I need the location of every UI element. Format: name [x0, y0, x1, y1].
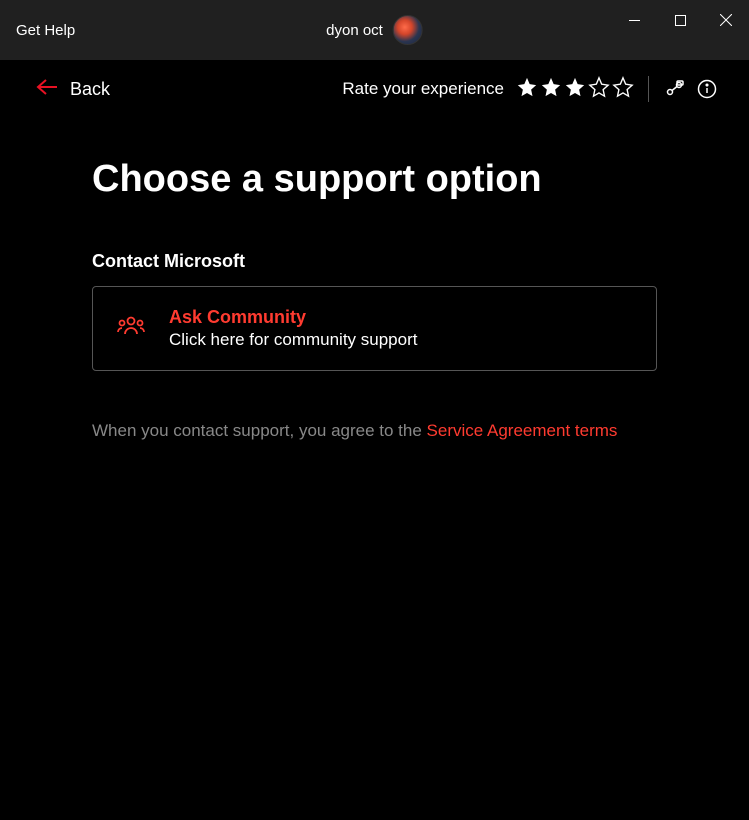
info-icon[interactable]: [695, 77, 719, 101]
minimize-button[interactable]: [611, 0, 657, 40]
close-button[interactable]: [703, 0, 749, 40]
user-section[interactable]: dyon oct: [326, 15, 423, 45]
card-title: Ask Community: [169, 307, 417, 328]
star-2[interactable]: [540, 76, 562, 103]
rate-label: Rate your experience: [342, 79, 504, 99]
footer-prefix: When you contact support, you agree to t…: [92, 421, 427, 440]
app-title: Get Help: [16, 22, 75, 39]
footer-text: When you contact support, you agree to t…: [92, 421, 657, 441]
rating-stars: [516, 76, 634, 103]
content: Choose a support option Contact Microsof…: [0, 118, 749, 441]
back-button[interactable]: Back: [36, 78, 110, 101]
back-label: Back: [70, 79, 110, 100]
back-arrow-icon: [36, 78, 58, 101]
service-agreement-link[interactable]: Service Agreement terms: [427, 421, 618, 440]
avatar[interactable]: [393, 15, 423, 45]
window-controls: [611, 0, 749, 40]
maximize-button[interactable]: [657, 0, 703, 40]
card-description: Click here for community support: [169, 330, 417, 350]
star-5[interactable]: [612, 76, 634, 103]
right-tools: Rate your experience: [342, 76, 719, 103]
ask-community-card[interactable]: Ask Community Click here for community s…: [92, 286, 657, 371]
username: dyon oct: [326, 22, 383, 39]
card-text: Ask Community Click here for community s…: [169, 307, 417, 350]
section-heading: Contact Microsoft: [92, 251, 657, 272]
star-4[interactable]: [588, 76, 610, 103]
titlebar: Get Help dyon oct: [0, 0, 749, 60]
toolbar: Back Rate your experience: [0, 60, 749, 118]
toolbar-divider: [648, 76, 649, 102]
page-heading: Choose a support option: [92, 158, 657, 201]
community-icon: [117, 314, 145, 343]
star-1[interactable]: [516, 76, 538, 103]
share-icon[interactable]: [663, 77, 687, 101]
star-3[interactable]: [564, 76, 586, 103]
